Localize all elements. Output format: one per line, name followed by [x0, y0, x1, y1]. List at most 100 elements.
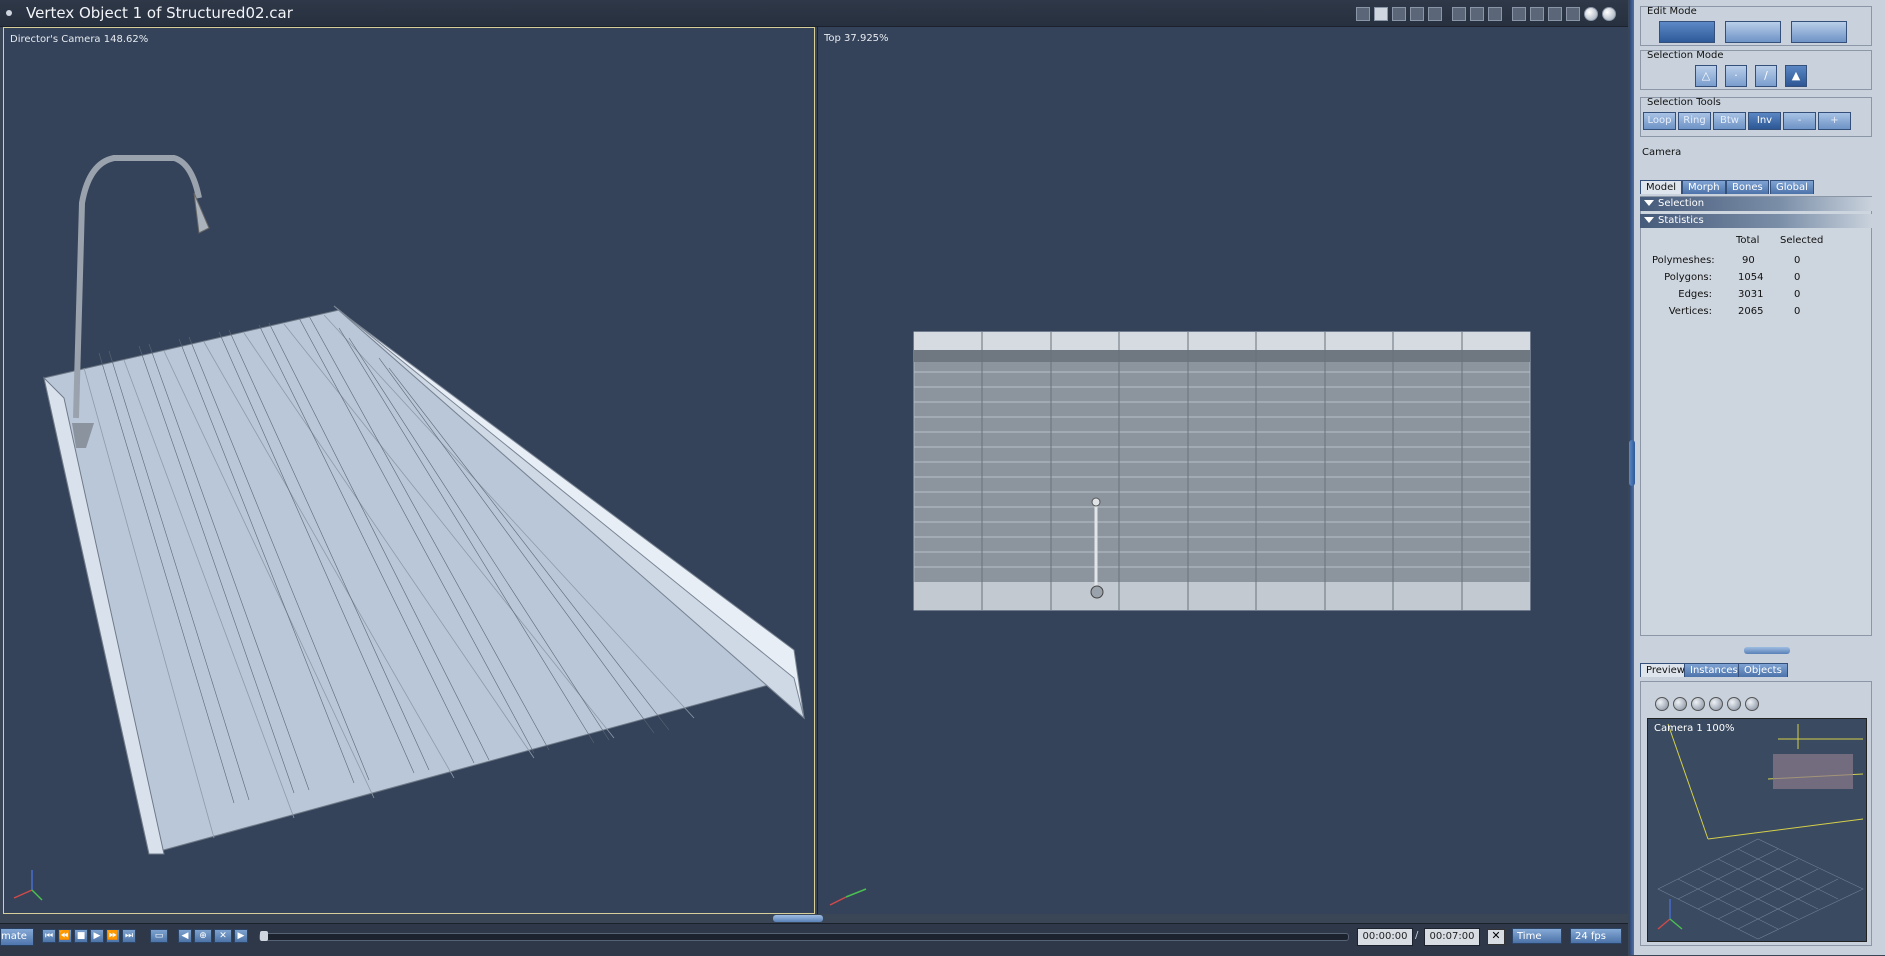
title-bar: Vertex Object 1 of Structured02.car [0, 0, 1628, 27]
between-button[interactable]: Btw [1713, 112, 1746, 130]
two-view-icon[interactable] [1374, 7, 1388, 21]
stats-row-total: 90 [1742, 255, 1755, 266]
collapse-triangle-icon [1644, 200, 1654, 206]
shield-lock-icon[interactable] [1452, 7, 1466, 21]
smooth-sphere-icon[interactable] [1727, 697, 1741, 711]
next-key-icon[interactable]: ▶ [234, 929, 248, 943]
window-menu-icon[interactable] [6, 10, 12, 16]
animate-tab[interactable]: mate [0, 928, 34, 946]
shield-check-icon[interactable] [1488, 7, 1502, 21]
camera-label: Camera [1642, 147, 1682, 158]
four-view-icon[interactable] [1410, 7, 1424, 21]
wire-cube-icon[interactable] [1691, 697, 1705, 711]
tab-instances[interactable]: Instances [1684, 663, 1744, 677]
ring-button[interactable]: Ring [1678, 112, 1711, 130]
dotted-cube-icon[interactable] [1673, 697, 1687, 711]
stats-row-total: 3031 [1738, 289, 1764, 300]
time-mode-select[interactable]: Time [1512, 928, 1562, 944]
preview-label: Camera 1 100% [1654, 723, 1735, 734]
single-view-icon[interactable] [1356, 7, 1370, 21]
solid-cube-icon[interactable] [1709, 697, 1723, 711]
tab-model[interactable]: Model [1640, 180, 1683, 194]
time-separator: / [1415, 930, 1419, 941]
stats-header-selected: Selected [1780, 235, 1824, 246]
add-key-icon[interactable]: ⊕ [194, 929, 212, 943]
panel-collapse-handle[interactable] [1629, 440, 1635, 486]
stats-row-label: Vertices: [1668, 306, 1712, 317]
loop-button[interactable]: Loop [1643, 112, 1676, 130]
custom-view-icon[interactable] [1428, 7, 1442, 21]
step-back-icon[interactable]: ⏪ [58, 929, 72, 943]
stats-row-total: 2065 [1738, 306, 1764, 317]
view-toolbar [1356, 5, 1616, 23]
shrink-selection-button[interactable]: - [1783, 112, 1816, 130]
invert-button[interactable]: Inv [1748, 112, 1781, 130]
stats-row-label: Edges: [1678, 289, 1712, 300]
tab-objects[interactable]: Objects [1738, 663, 1788, 677]
three-view-icon[interactable] [1392, 7, 1406, 21]
step-forward-icon[interactable]: ⏩ [106, 929, 120, 943]
top-view-mesh [829, 331, 1531, 906]
textured-sphere-icon[interactable] [1602, 7, 1616, 21]
select-vertex-icon[interactable]: · [1725, 65, 1747, 87]
selection-section-header[interactable]: Selection [1640, 197, 1872, 211]
prev-key-icon[interactable]: ◀ [178, 929, 192, 943]
statistics-section-header[interactable]: Statistics [1640, 214, 1872, 228]
preview-viewport[interactable]: Camera 1 100% [1647, 718, 1867, 942]
loop-icon[interactable]: ▭ [150, 929, 168, 943]
current-time-field[interactable]: 00:00:00 [1357, 928, 1413, 946]
scrubber-knob[interactable] [260, 931, 268, 941]
grow-selection-button[interactable]: + [1818, 112, 1851, 130]
viewport-directors-camera[interactable]: Director's Camera 148.62% [3, 27, 815, 914]
shield-icon[interactable] [1470, 7, 1484, 21]
stop-icon[interactable]: ■ [74, 929, 88, 943]
collapse-triangle-icon [1644, 217, 1654, 223]
uv-mode-button[interactable] [1791, 21, 1847, 43]
go-to-start-icon[interactable]: ⏮ [42, 929, 56, 943]
play-icon[interactable]: ▶ [90, 929, 104, 943]
stats-row-label: Polygons: [1664, 272, 1712, 283]
move-icon[interactable] [1512, 7, 1526, 21]
viewport-top[interactable]: Top 37.925% [817, 27, 1628, 914]
edit-mode-title: Edit Mode [1647, 6, 1697, 17]
dotted-cube-icon[interactable] [1530, 7, 1544, 21]
preview-scene [1657, 723, 1864, 940]
panel-splitter-handle[interactable] [1744, 647, 1790, 654]
selection-section-title: Selection [1658, 198, 1705, 209]
window-title: Vertex Object 1 of Structured02.car [26, 4, 293, 22]
selection-tools-group: Selection Tools Loop Ring Btw Inv - + [1640, 97, 1872, 137]
fps-select[interactable]: 24 fps [1570, 928, 1622, 944]
perspective-mesh [13, 155, 805, 901]
end-time-field[interactable]: 00:07:00 [1424, 928, 1480, 946]
right-panel: Edit Mode Selection Mode △ · / ▲ Selecti… [1630, 0, 1885, 955]
statistics-section-title: Statistics [1658, 215, 1704, 226]
tab-bones[interactable]: Bones [1726, 180, 1769, 194]
stats-row-label: Polymeshes: [1652, 255, 1715, 266]
viewport-splitter-handle[interactable] [773, 915, 823, 922]
edit-mode-group: Edit Mode [1640, 6, 1872, 46]
selection-mode-group: Selection Mode △ · / ▲ [1640, 50, 1872, 90]
solid-cube-icon[interactable] [1566, 7, 1580, 21]
smooth-sphere-icon[interactable] [1584, 7, 1598, 21]
timeline-scrubber[interactable] [259, 931, 1349, 941]
stats-header-total: Total [1736, 235, 1760, 246]
go-to-end-icon[interactable]: ⏭ [122, 929, 136, 943]
stats-row-selected: 0 [1794, 272, 1801, 283]
stats-row-total: 1054 [1738, 272, 1764, 283]
textured-sphere-icon[interactable] [1745, 697, 1759, 711]
vertex-edit-mode-button[interactable] [1659, 21, 1715, 43]
rigging-mode-button[interactable] [1725, 21, 1781, 43]
timeline-bar: mate ⏮ ⏪ ■ ▶ ⏩ ⏭ ▭ ◀ ⊕ ✕ ▶ 00:00:00 / 00… [0, 923, 1628, 956]
close-timeline-icon[interactable]: ✕ [1487, 929, 1505, 945]
select-edge-icon[interactable]: / [1755, 65, 1777, 87]
select-object-icon[interactable]: △ [1695, 65, 1717, 87]
move-icon[interactable] [1655, 697, 1669, 711]
select-polygon-icon[interactable]: ▲ [1785, 65, 1807, 87]
wire-cube-icon[interactable] [1548, 7, 1562, 21]
stats-row-selected: 0 [1794, 255, 1801, 266]
tab-global[interactable]: Global [1770, 180, 1814, 194]
tab-morph[interactable]: Morph [1682, 180, 1726, 194]
delete-key-icon[interactable]: ✕ [214, 929, 232, 943]
panel-inner: Edit Mode Selection Mode △ · / ▲ Selecti… [1634, 0, 1885, 955]
selection-tools-title: Selection Tools [1647, 97, 1721, 108]
